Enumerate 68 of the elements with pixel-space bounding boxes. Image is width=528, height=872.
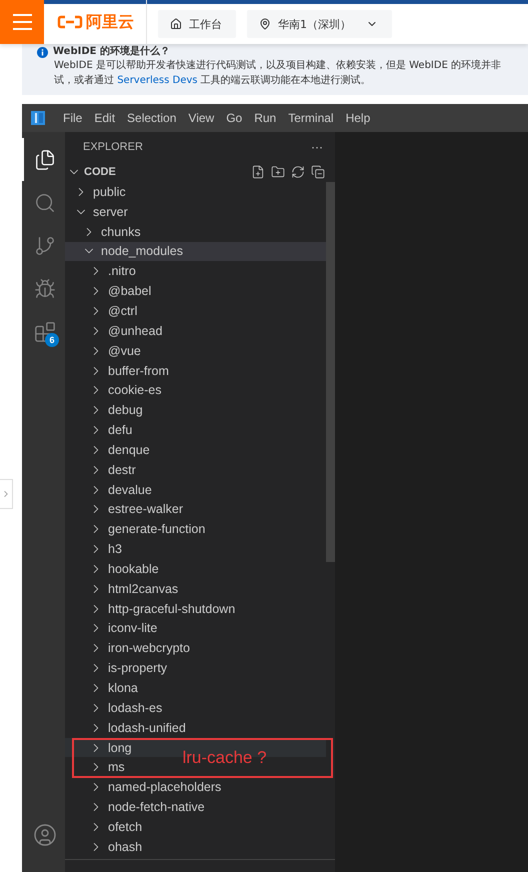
menu-item[interactable]: Go — [220, 111, 248, 125]
tree-item[interactable]: public — [65, 182, 326, 202]
pin-icon — [259, 18, 271, 30]
workbench-button[interactable]: 工作台 — [158, 10, 236, 38]
app-logo-icon — [31, 111, 45, 125]
notice-text: WebIDE 是可以帮助开发者快速进行代码测试，以及项目构建、依赖安装，但是 WebIDE 的环境并非 — [54, 59, 502, 73]
tree-item[interactable]: lodash-unified — [65, 718, 326, 738]
menu-item[interactable]: Help — [340, 111, 376, 125]
tree-item[interactable]: generate-function — [65, 519, 326, 540]
tree-item[interactable]: destr — [65, 460, 326, 480]
count-badge: 6 — [45, 333, 59, 347]
activity-button[interactable]: 6 — [22, 310, 65, 353]
info-icon — [37, 46, 48, 58]
tree-item[interactable]: h3 — [65, 539, 326, 560]
tree-item[interactable]: devalue — [65, 480, 326, 500]
tree-item[interactable]: node_modules — [65, 242, 326, 262]
menu-button[interactable] — [0, 0, 44, 44]
tree-item[interactable]: hookable — [65, 559, 326, 579]
tree-item[interactable]: @ctrl — [65, 301, 326, 321]
tree-item[interactable]: defu — [65, 420, 326, 440]
bracket-icon — [57, 15, 83, 29]
tree-item[interactable]: cookie-es — [65, 380, 326, 400]
tree-item[interactable]: ofetch — [65, 817, 326, 837]
tree-item[interactable]: html2canvas — [65, 578, 326, 599]
tree-item[interactable]: chunks — [65, 222, 326, 242]
tree-item[interactable]: named-placeholders — [65, 777, 326, 798]
tree-item[interactable]: denque — [65, 440, 326, 460]
notice-text: 试，或者通过 Serverless Devs 工具的端云联调功能在本地进行测试。 — [54, 74, 372, 88]
home-icon — [170, 18, 182, 30]
files-icon — [34, 148, 56, 170]
new-file-button[interactable] — [251, 165, 265, 179]
blocks-icon — [34, 320, 56, 342]
tree-item[interactable]: is-property — [65, 658, 326, 678]
search-icon — [34, 192, 56, 214]
branch-icon — [34, 234, 56, 256]
menu-item[interactable]: Edit — [88, 111, 122, 125]
tree-item[interactable]: estree-walker — [65, 500, 326, 520]
serverless-devs-link[interactable]: Serverless Devs — [117, 75, 198, 86]
tree-item[interactable]: klona — [65, 678, 326, 698]
notice-title: WebIDE 的环境是什么？ — [53, 46, 170, 58]
menu-item[interactable]: Run — [248, 111, 282, 125]
tree-item[interactable]: @babel — [65, 281, 326, 302]
tree-item[interactable]: lodash-es — [65, 698, 326, 718]
tree-item[interactable]: debug — [65, 400, 326, 420]
tree-item[interactable]: .nitro — [65, 261, 326, 282]
user-icon — [32, 822, 56, 846]
scrollbar[interactable] — [326, 182, 335, 562]
tree-item[interactable]: node-fetch-native — [65, 797, 326, 817]
folder-header[interactable]: CODE — [67, 165, 116, 179]
tree-item[interactable]: http-graceful-shutdown — [65, 598, 326, 619]
bug-icon — [34, 278, 56, 300]
more-button[interactable]: ··· — [311, 140, 323, 154]
tree-item[interactable]: iconv-lite — [65, 618, 326, 638]
explorer-title: EXPLORER — [83, 141, 143, 153]
tree-item[interactable]: @unhead — [65, 320, 326, 341]
tree-item[interactable]: buffer-from — [65, 360, 326, 380]
region-select[interactable]: 华南1（深圳） — [247, 10, 392, 38]
menu-item[interactable]: Selection — [121, 111, 182, 125]
menu-item[interactable]: View — [182, 111, 220, 125]
refresh-button[interactable] — [291, 165, 305, 179]
menu-item[interactable]: File — [57, 111, 88, 125]
new-folder-button[interactable] — [271, 165, 285, 179]
collapse-button[interactable] — [311, 165, 325, 179]
tree-item[interactable]: server — [65, 202, 326, 222]
tree-item[interactable]: iron-webcrypto — [65, 638, 326, 658]
tree-item[interactable]: @vue — [65, 340, 326, 361]
tree-item[interactable]: ohash — [65, 836, 326, 857]
menu-item[interactable]: Terminal — [282, 111, 340, 125]
